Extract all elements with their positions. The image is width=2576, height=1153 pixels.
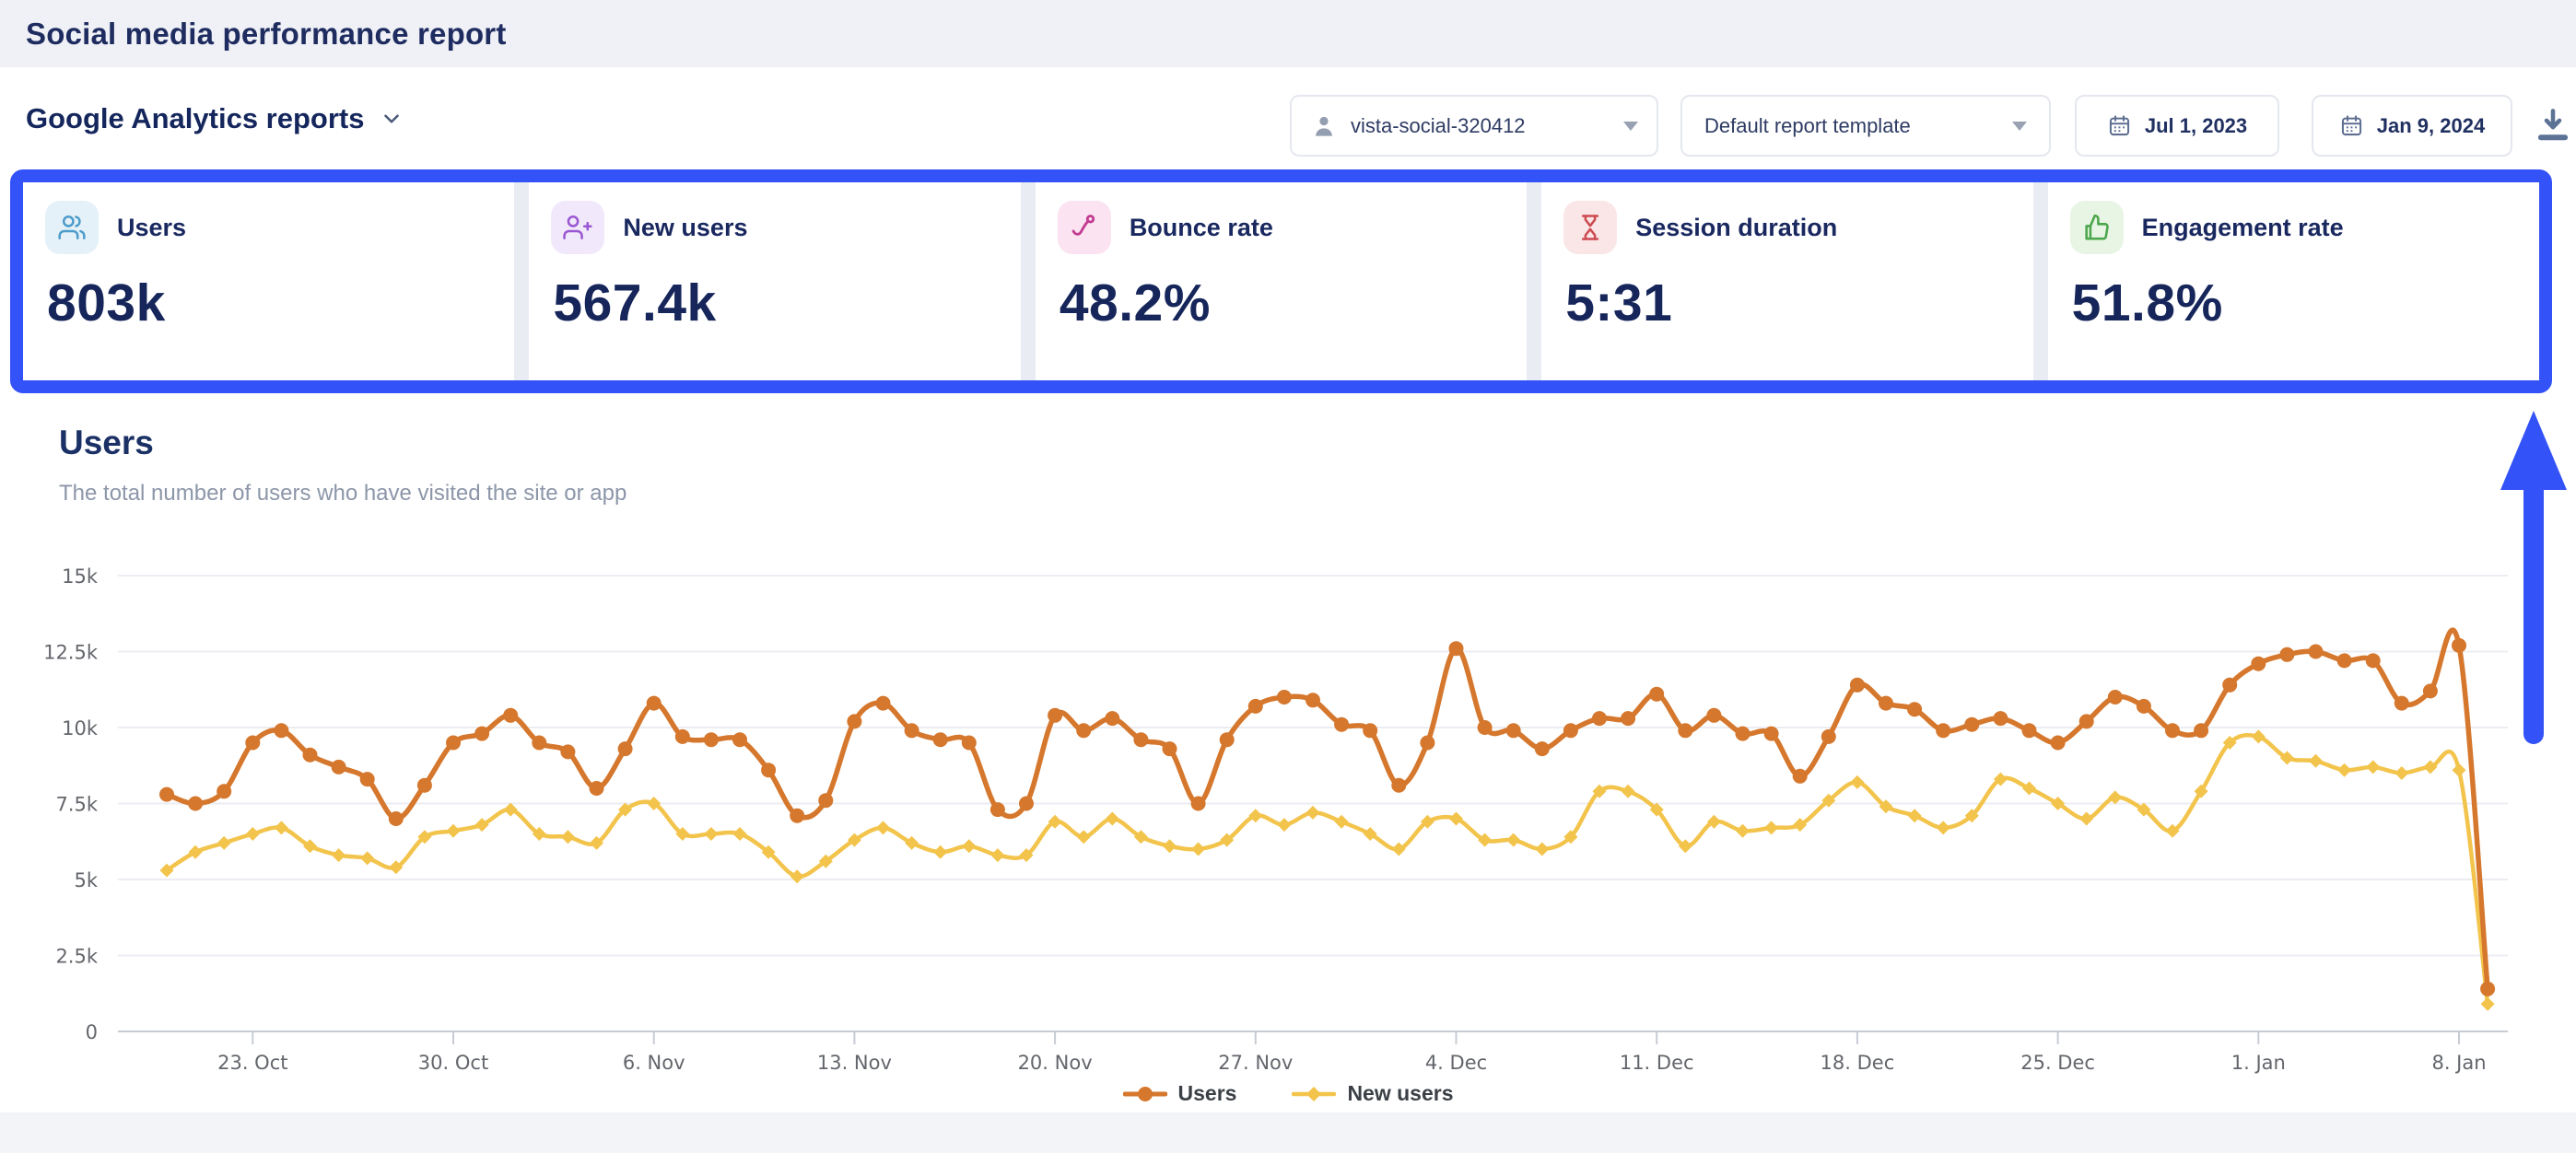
reports-type-label: Google Analytics reports	[26, 102, 365, 135]
chevron-down-icon	[380, 107, 404, 131]
svg-text:6. Nov: 6. Nov	[623, 1052, 685, 1074]
users-icon	[56, 212, 88, 243]
svg-text:18. Dec: 18. Dec	[1821, 1052, 1895, 1074]
account-selected-value: vista-social-320412	[1351, 114, 1526, 138]
svg-text:5k: 5k	[74, 869, 98, 891]
kpi-card-users: Users 803k	[23, 182, 514, 380]
kpi-card-session-duration: Session duration 5:31	[1541, 182, 2032, 380]
legend-label: New users	[1347, 1081, 1453, 1106]
account-select[interactable]: vista-social-320412	[1290, 95, 1658, 157]
hourglass-icon	[1575, 212, 1606, 243]
kpi-label: Bounce rate	[1130, 201, 1273, 254]
svg-text:1. Jan: 1. Jan	[2231, 1052, 2286, 1074]
svg-text:0: 0	[86, 1021, 98, 1043]
date-from-field[interactable]: Jul 1, 2023	[2075, 95, 2279, 157]
kpi-label: Session duration	[1635, 201, 1837, 254]
users-line-chart[interactable]: 0 2.5k 5k 7.5k 10k 12.5k 15k 23. Oct 30. Oct 6. N…	[0, 516, 2576, 1112]
kpi-card-engagement-rate: Engagement rate 51.8%	[2048, 182, 2539, 380]
svg-text:13. Nov: 13. Nov	[817, 1052, 892, 1074]
users-series-marker-icon	[1123, 1085, 1167, 1103]
kpi-card-new-users: New users 567.4k	[529, 182, 1020, 380]
chart-title: Users	[59, 424, 154, 462]
date-from-value: Jul 1, 2023	[2145, 114, 2247, 138]
svg-text:10k: 10k	[62, 717, 99, 740]
date-to-field[interactable]: Jan 9, 2024	[2312, 95, 2512, 157]
legend-item-users[interactable]: Users	[1123, 1081, 1237, 1106]
svg-text:2.5k: 2.5k	[55, 946, 98, 968]
download-icon	[2534, 105, 2572, 147]
calendar-icon	[2339, 113, 2364, 138]
svg-text:25. Dec: 25. Dec	[2020, 1052, 2095, 1074]
kpi-value: 803k	[47, 273, 166, 333]
kpi-label: New users	[623, 201, 747, 254]
template-select[interactable]: Default report template	[1680, 95, 2051, 157]
report-page: Social media performance report Google A…	[0, 0, 2576, 1153]
caret-down-icon	[2012, 122, 2027, 131]
page-title: Social media performance report	[26, 0, 507, 67]
kpi-highlight-box: Users 803k New users 567.4k	[10, 169, 2552, 393]
bounce-rate-icon	[1069, 212, 1100, 243]
kpi-card-bounce-rate: Bounce rate 48.2%	[1036, 182, 1527, 380]
svg-text:7.5k: 7.5k	[55, 794, 98, 816]
kpi-value: 567.4k	[553, 273, 716, 333]
chart-subtitle: The total number of users who have visit…	[59, 481, 626, 507]
users-chart-card: Users The total number of users who have…	[0, 393, 2576, 1112]
svg-text:27. Nov: 27. Nov	[1218, 1052, 1293, 1074]
svg-text:30. Oct: 30. Oct	[418, 1052, 488, 1074]
svg-text:4. Dec: 4. Dec	[1425, 1052, 1487, 1074]
bottom-strip	[0, 1112, 2576, 1153]
download-report-button[interactable]	[2532, 104, 2574, 148]
user-plus-icon	[562, 212, 593, 243]
page-header: Social media performance report	[0, 0, 2576, 67]
kpi-label: Engagement rate	[2142, 201, 2344, 254]
thumbs-up-icon	[2081, 212, 2113, 243]
svg-text:23. Oct: 23. Oct	[217, 1052, 287, 1074]
template-selected-value: Default report template	[1704, 114, 1911, 138]
legend-label: Users	[1178, 1081, 1237, 1106]
kpi-label: Users	[117, 201, 186, 254]
chart-legend: Users New users	[0, 1081, 2576, 1106]
toolbar: Google Analytics reports vista-social-32…	[0, 67, 2576, 169]
kpi-value: 5:31	[1565, 273, 1672, 333]
svg-text:20. Nov: 20. Nov	[1018, 1052, 1093, 1074]
kpi-value: 48.2%	[1060, 273, 1211, 333]
svg-text:12.5k: 12.5k	[43, 642, 99, 664]
calendar-icon	[2107, 113, 2132, 138]
legend-item-new-users[interactable]: New users	[1292, 1081, 1453, 1106]
kpi-value: 51.8%	[2072, 273, 2223, 333]
person-icon	[1310, 112, 1338, 140]
svg-text:8. Jan: 8. Jan	[2431, 1052, 2486, 1074]
svg-text:15k: 15k	[62, 565, 99, 588]
new-users-series-marker-icon	[1292, 1085, 1336, 1103]
caret-down-icon	[1623, 122, 1638, 131]
svg-text:11. Dec: 11. Dec	[1620, 1052, 1694, 1074]
reports-type-dropdown[interactable]: Google Analytics reports	[26, 67, 404, 169]
date-to-value: Jan 9, 2024	[2377, 114, 2485, 138]
